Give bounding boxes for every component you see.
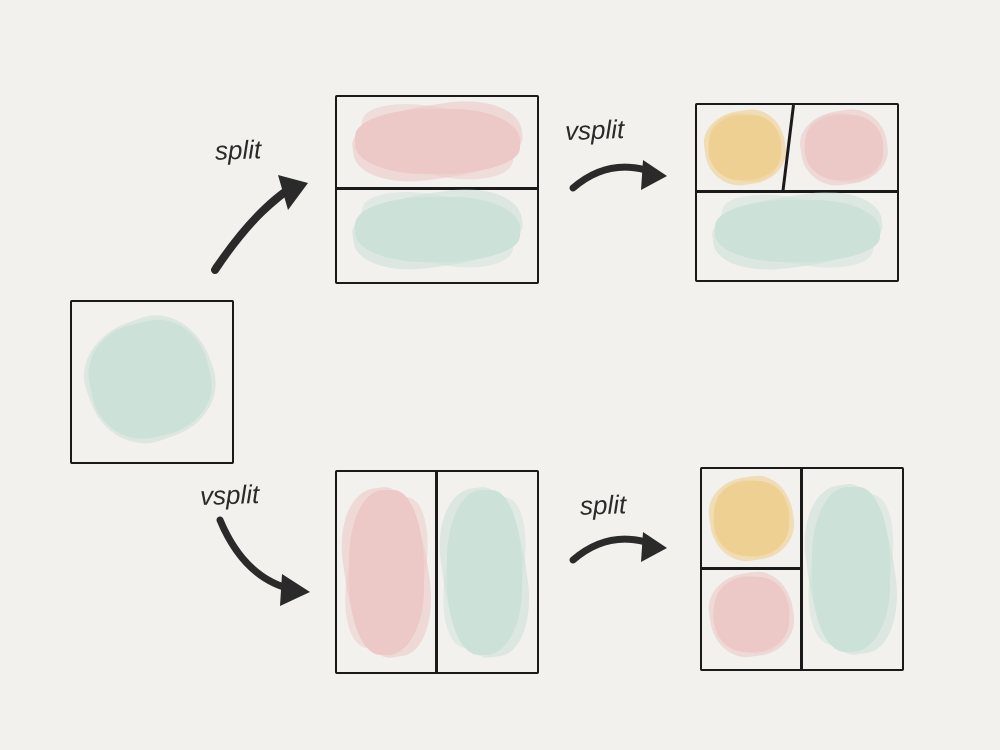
split-line-v xyxy=(435,472,438,672)
diagram-canvas: split vsplit vsplit xyxy=(0,0,1000,750)
pane-pink xyxy=(355,109,520,174)
split-line-v xyxy=(800,469,803,669)
arrow-to-top-end xyxy=(565,148,675,213)
node-start xyxy=(70,300,234,464)
label-vsplit-top: vsplit xyxy=(564,114,624,147)
node-bot-mid xyxy=(335,470,539,674)
pane-yellow xyxy=(709,115,781,180)
pane-green xyxy=(355,197,520,262)
pane-green xyxy=(812,487,890,652)
node-top-end xyxy=(695,103,899,282)
node-bot-end xyxy=(700,467,904,671)
arrow-to-top-mid xyxy=(200,165,320,290)
split-line-h xyxy=(337,187,537,190)
label-split-bot: split xyxy=(579,489,626,522)
label-split-top: split xyxy=(214,134,261,167)
pane-green xyxy=(79,311,220,448)
arrow-to-bot-mid xyxy=(210,510,320,615)
arrow-to-bot-end xyxy=(565,520,675,585)
pane-green xyxy=(447,490,522,655)
node-top-mid xyxy=(335,95,539,284)
pane-pink xyxy=(349,490,424,655)
pane-pink xyxy=(805,115,883,180)
pane-green xyxy=(715,200,880,262)
label-vsplit-bot: vsplit xyxy=(199,479,259,512)
pane-yellow xyxy=(714,481,789,556)
split-line-h-half xyxy=(702,567,800,570)
split-line-h xyxy=(697,190,897,193)
pane-pink xyxy=(714,577,789,652)
